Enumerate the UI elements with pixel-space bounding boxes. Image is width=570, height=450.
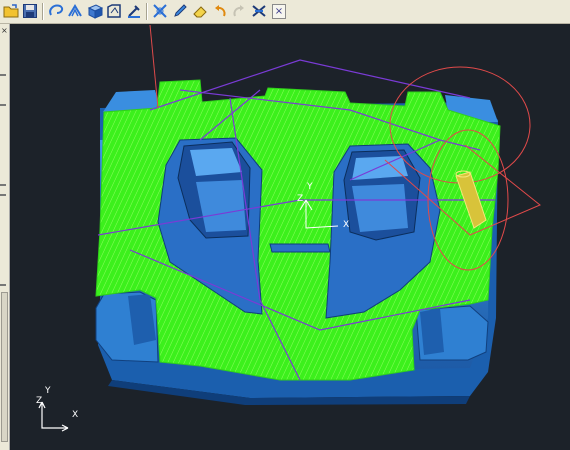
side-panel-scrollbar[interactable] xyxy=(1,292,8,442)
toolpath-icon[interactable] xyxy=(66,2,84,20)
model-axis-x-label: X xyxy=(343,220,350,230)
pattern-icon[interactable] xyxy=(125,2,143,20)
model-axis-z-label: Z xyxy=(297,194,304,204)
cam-model-render xyxy=(38,24,541,432)
block-icon[interactable] xyxy=(86,2,104,20)
save-icon[interactable] xyxy=(21,2,39,20)
eraser-icon[interactable] xyxy=(191,2,209,20)
lasso-select-icon[interactable] xyxy=(47,2,65,20)
select-icon[interactable] xyxy=(151,2,169,20)
edit-pencil-icon[interactable] xyxy=(171,2,189,20)
redo-icon[interactable] xyxy=(230,2,248,20)
view-axis-x-label: X xyxy=(72,410,79,420)
boundary-icon[interactable] xyxy=(105,2,123,20)
main-toolbar: × xyxy=(0,0,570,24)
graphics-viewport[interactable]: Y Z X Y Z X xyxy=(11,24,570,450)
transform-icon[interactable] xyxy=(250,2,268,20)
open-folder-icon[interactable] xyxy=(2,2,20,20)
view-axis-y-label: Y xyxy=(45,386,51,396)
model-axis-y-label: Y xyxy=(307,182,313,192)
center-slot xyxy=(269,243,331,253)
view-axis-z-label: Z xyxy=(36,396,43,406)
view-axis-triad xyxy=(38,401,69,432)
side-panel: × xyxy=(0,24,10,450)
toolbar-close-button[interactable]: × xyxy=(272,4,286,19)
undo-icon[interactable] xyxy=(211,2,229,20)
side-panel-close-button[interactable]: × xyxy=(1,27,8,35)
